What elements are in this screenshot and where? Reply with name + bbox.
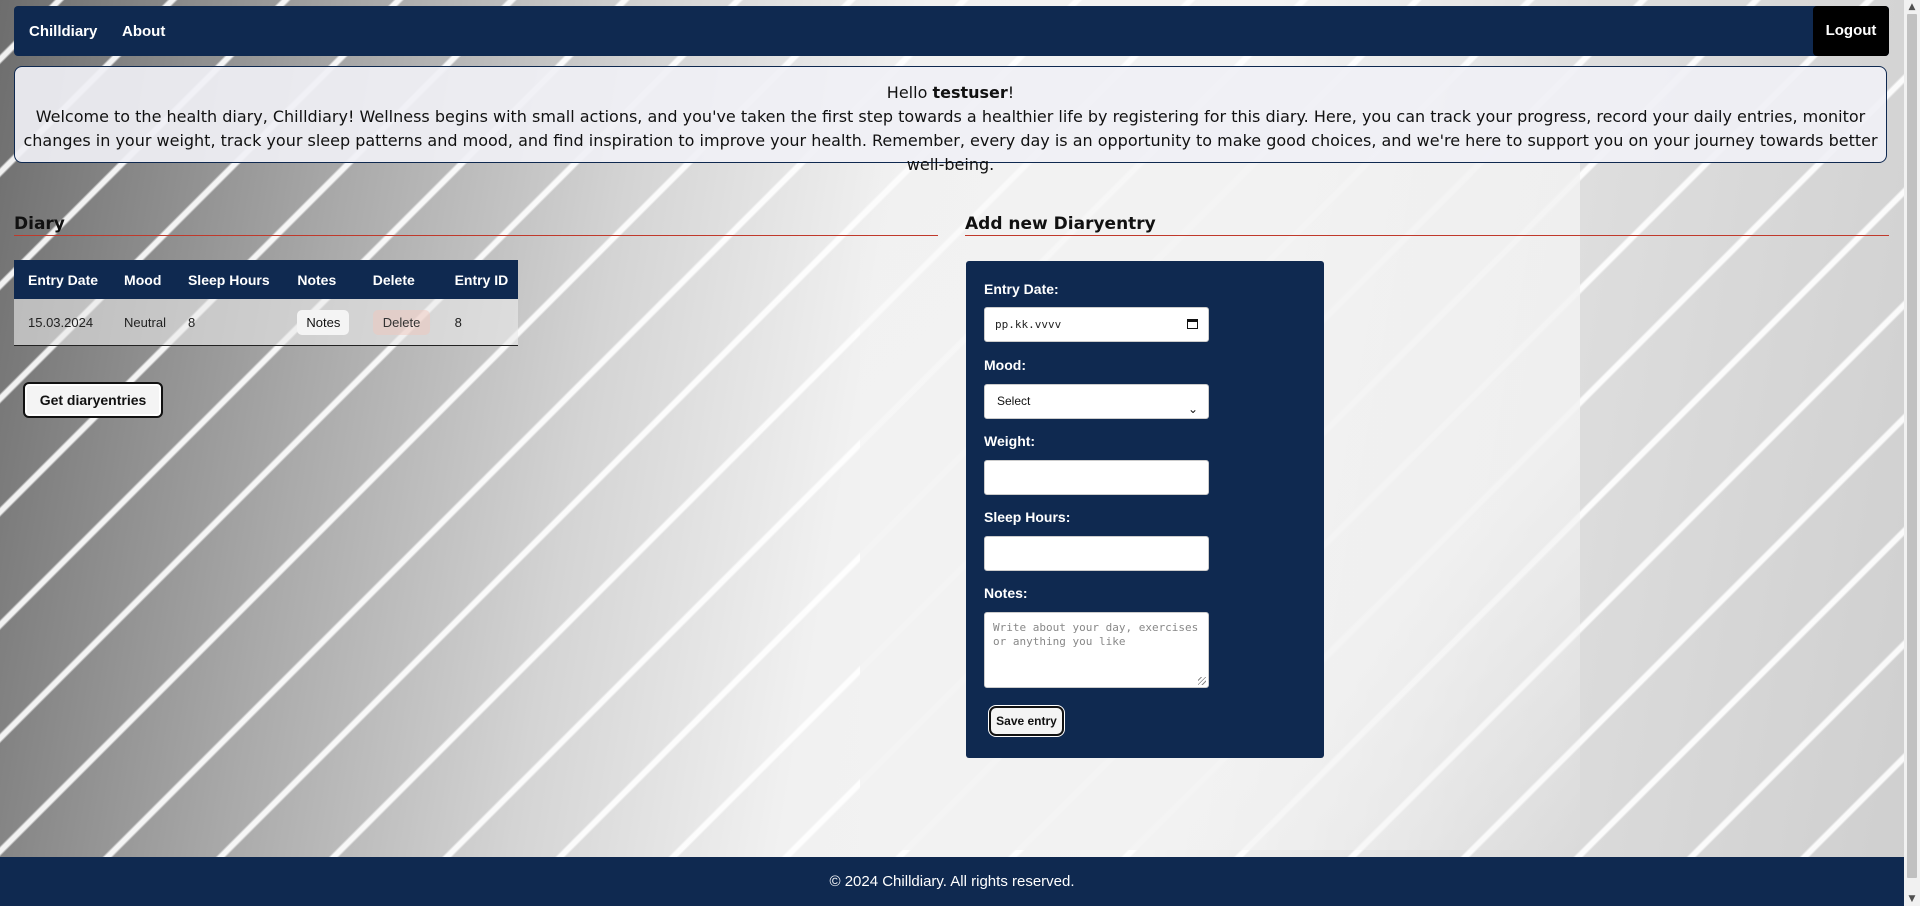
entry-date-input[interactable]: pp.kk.vvvv (984, 307, 1209, 342)
col-notes: Notes (283, 260, 359, 299)
greeting-prefix: Hello (886, 83, 933, 102)
table-row: 15.03.2024 Neutral 8 Notes Delete 8 (14, 299, 518, 346)
calendar-icon[interactable] (1187, 319, 1198, 329)
diary-divider (14, 235, 938, 236)
col-mood: Mood (110, 260, 174, 299)
cell-sleep-hours: 8 (173, 299, 284, 346)
scroll-down-icon[interactable]: ▼ (1904, 892, 1920, 906)
weight-input[interactable] (984, 460, 1209, 495)
sleep-hours-label: Sleep Hours: (984, 509, 1071, 525)
resize-handle-icon[interactable] (1198, 677, 1206, 685)
notes-textarea[interactable]: Write about your day, exercises or anyth… (984, 612, 1209, 688)
footer-text: © 2024 Chilldiary. All rights reserved. (829, 873, 1075, 890)
scroll-up-icon[interactable]: ▲ (1904, 0, 1920, 14)
form-title: Add new Diaryentry (965, 214, 1156, 234)
diary-table: Entry Date Mood Sleep Hours Notes Delete… (14, 260, 518, 346)
diary-title: Diary (14, 214, 65, 234)
nav-brand-link[interactable]: Chilldiary (29, 23, 97, 40)
col-sleep-hours: Sleep Hours (173, 260, 284, 299)
welcome-message: Welcome to the health diary, Chilldiary!… (23, 107, 1878, 174)
sleep-hours-input[interactable] (984, 536, 1209, 571)
page-scrollbar[interactable]: ▲ ▼ (1904, 0, 1920, 906)
cell-mood: Neutral (110, 299, 174, 346)
delete-button[interactable]: Delete (372, 309, 431, 335)
top-navbar: Chilldiary About Logout (14, 6, 1889, 56)
scrollbar-thumb[interactable] (1907, 14, 1917, 878)
username: testuser (932, 83, 1008, 102)
chevron-down-icon: ⌄ (1187, 402, 1198, 416)
cell-entry-date: 15.03.2024 (14, 299, 111, 346)
cell-delete: Delete (358, 299, 441, 346)
save-entry-button[interactable]: Save entry (989, 706, 1064, 736)
welcome-box: Hello testuser! Welcome to the health di… (14, 66, 1887, 174)
diary-entry-form: Entry Date: pp.kk.vvvv Mood: Select ⌄ We… (966, 261, 1324, 758)
col-entry-id: Entry ID (440, 260, 518, 299)
mood-select[interactable]: Select ⌄ (984, 384, 1209, 419)
cell-entry-id: 8 (440, 299, 518, 346)
footer: © 2024 Chilldiary. All rights reserved. (0, 857, 1904, 906)
weight-label: Weight: (984, 433, 1036, 449)
mood-label: Mood: (984, 357, 1026, 373)
cell-notes: Notes (283, 299, 359, 346)
col-delete: Delete (358, 260, 441, 299)
logout-button[interactable]: Logout (1813, 6, 1889, 56)
entry-date-value: pp.kk.vvvv (995, 318, 1062, 331)
col-entry-date: Entry Date (14, 260, 111, 299)
greeting-suffix: ! (1007, 83, 1015, 102)
greeting: Hello testuser! (15, 81, 1886, 105)
table-header-row: Entry Date Mood Sleep Hours Notes Delete… (14, 260, 518, 299)
form-divider (965, 235, 1889, 236)
notes-placeholder: Write about your day, exercises or anyth… (993, 621, 1199, 648)
nav-about-link[interactable]: About (122, 23, 165, 40)
notes-label: Notes: (984, 585, 1028, 601)
entry-date-label: Entry Date: (984, 281, 1059, 297)
mood-selected-value: Select (997, 394, 1031, 408)
notes-button[interactable]: Notes (297, 309, 350, 335)
get-diaryentries-button[interactable]: Get diaryentries (23, 382, 163, 418)
